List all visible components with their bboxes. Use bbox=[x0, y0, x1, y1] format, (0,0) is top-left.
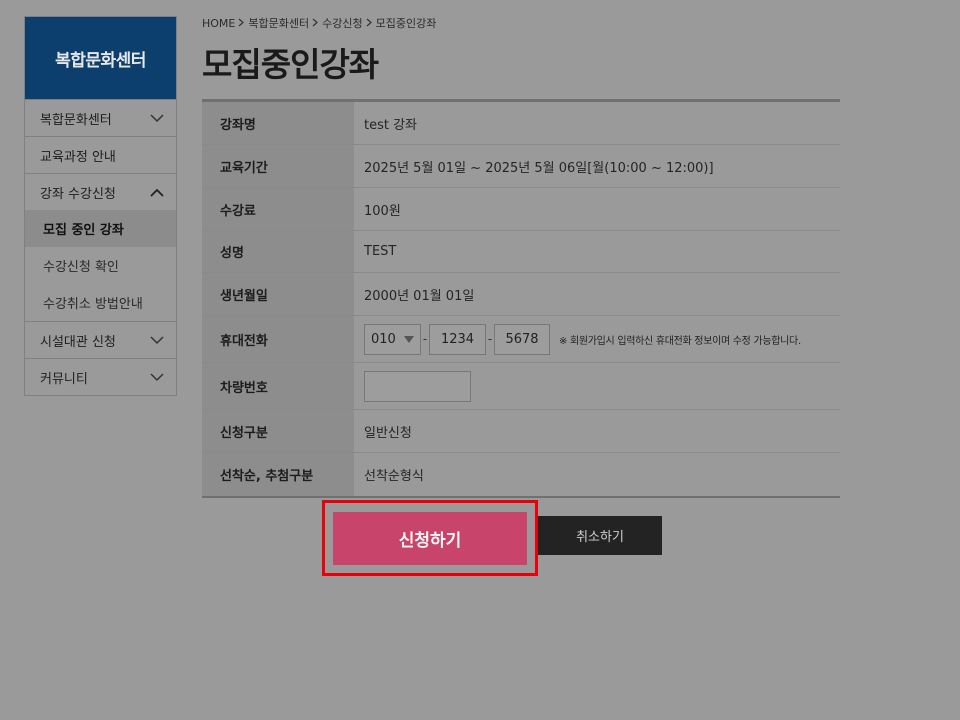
apply-button[interactable]: 신청하기 bbox=[333, 511, 527, 565]
field-label: 차량번호 bbox=[202, 363, 354, 409]
field-label: 휴대전화 bbox=[202, 316, 354, 362]
selection-value: 선착순형식 bbox=[364, 469, 424, 484]
sidebar-item-facility-rental[interactable]: 시설대관 신청 bbox=[25, 321, 176, 358]
sidebar-subitem-apply-check[interactable]: 수강신청 확인 bbox=[25, 247, 176, 284]
phone-dash: - bbox=[422, 332, 428, 346]
form-row-course-name: 강좌명 test 강좌 bbox=[202, 102, 840, 145]
sidebar-item-label: 교육과정 안내 bbox=[40, 149, 116, 165]
cancel-button[interactable]: 취소하기 bbox=[538, 516, 662, 555]
phone-note: ※ 회원가입시 입력하신 휴대전화 정보이며 수정 가능합니다. bbox=[559, 335, 801, 347]
sidebar-item-complex-center[interactable]: 복합문화센터 bbox=[25, 99, 176, 136]
field-label: 신청구분 bbox=[202, 410, 354, 452]
form-row-birth: 생년월일 2000년 01월 01일 bbox=[202, 273, 840, 316]
breadcrumb-level3: 모집중인강좌 bbox=[375, 17, 437, 30]
field-label: 수강료 bbox=[202, 188, 354, 230]
birth-value: 2000년 01월 01일 bbox=[364, 288, 475, 304]
breadcrumb-home[interactable]: HOME bbox=[202, 17, 235, 30]
form-row-car: 차량번호 bbox=[202, 363, 840, 410]
field-label: 선착순, 추첨구분 bbox=[202, 453, 354, 496]
field-label: 교육기간 bbox=[202, 145, 354, 187]
sidebar-subitem-cancel-guide[interactable]: 수강취소 방법안내 bbox=[25, 284, 176, 321]
application-form: 강좌명 test 강좌 교육기간 2025년 5월 01일 ~ 2025년 5월… bbox=[202, 99, 840, 498]
phone-last-input[interactable]: 5678 bbox=[494, 323, 550, 355]
chevron-down-icon bbox=[150, 333, 164, 347]
breadcrumb-level1[interactable]: 복합문화센터 bbox=[248, 15, 309, 31]
car-number-input[interactable] bbox=[364, 370, 471, 402]
chevron-down-icon bbox=[150, 111, 164, 125]
form-row-period: 교육기간 2025년 5월 01일 ~ 2025년 5월 06일[월(10:00… bbox=[202, 145, 840, 188]
form-row-phone: 휴대전화 010 - 1234 - 5678 ※ 회원가입시 입력하신 휴대전화… bbox=[202, 316, 840, 363]
course-name-value: test 강좌 bbox=[364, 117, 418, 133]
chevron-right-icon bbox=[366, 17, 373, 30]
sidebar-item-label: 강좌 수강신청 bbox=[40, 186, 116, 202]
sidebar-subitem-open-courses[interactable]: 모집 중인 강좌 bbox=[25, 210, 176, 247]
sidebar-item-course-apply[interactable]: 강좌 수강신청 bbox=[25, 173, 176, 210]
name-value: TEST bbox=[364, 244, 397, 259]
apply-type-value: 일반신청 bbox=[364, 425, 412, 441]
sidebar-item-community[interactable]: 커뮤니티 bbox=[25, 358, 176, 395]
page-title: 모집중인강좌 bbox=[202, 45, 379, 84]
field-label: 강좌명 bbox=[202, 102, 354, 144]
fee-value: 100원 bbox=[364, 203, 401, 219]
chevron-down-icon bbox=[150, 370, 164, 384]
chevron-right-icon bbox=[238, 17, 245, 30]
period-value: 2025년 5월 01일 ~ 2025년 5월 06일[월(10:00 ~ 12… bbox=[364, 160, 714, 176]
field-label: 성명 bbox=[202, 231, 354, 272]
chevron-up-icon bbox=[150, 185, 164, 199]
breadcrumb-level2[interactable]: 수강신청 bbox=[322, 15, 362, 31]
form-row-name: 성명 TEST bbox=[202, 231, 840, 273]
apply-button-highlight: 신청하기 bbox=[322, 500, 538, 576]
sidebar: 복합문화센터 복합문화센터 교육과정 안내 강좌 수강신청 모집 중인 강좌 수… bbox=[24, 16, 177, 396]
sidebar-item-label: 커뮤니티 bbox=[40, 371, 88, 387]
sidebar-item-course-info[interactable]: 교육과정 안내 bbox=[25, 136, 176, 173]
form-row-apply-type: 신청구분 일반신청 bbox=[202, 410, 840, 453]
sidebar-title: 복합문화센터 bbox=[25, 17, 176, 99]
phone-prefix-select[interactable]: 010 bbox=[364, 323, 421, 355]
phone-fields: 010 - 1234 - 5678 ※ 회원가입시 입력하신 휴대전화 정보이며… bbox=[354, 316, 840, 362]
breadcrumb: HOME 복합문화센터 수강신청 모집중인강좌 bbox=[202, 15, 436, 31]
sidebar-item-label: 복합문화센터 bbox=[40, 112, 112, 128]
chevron-right-icon bbox=[312, 17, 319, 30]
phone-dash: - bbox=[487, 332, 493, 346]
sidebar-item-label: 시설대관 신청 bbox=[40, 334, 116, 350]
car-field bbox=[354, 363, 840, 409]
form-row-selection: 선착순, 추첨구분 선착순형식 bbox=[202, 453, 840, 496]
form-row-fee: 수강료 100원 bbox=[202, 188, 840, 231]
phone-middle-input[interactable]: 1234 bbox=[429, 323, 486, 355]
phone-prefix-value: 010 bbox=[371, 331, 396, 347]
field-label: 생년월일 bbox=[202, 273, 354, 315]
caret-down-icon bbox=[404, 332, 414, 347]
